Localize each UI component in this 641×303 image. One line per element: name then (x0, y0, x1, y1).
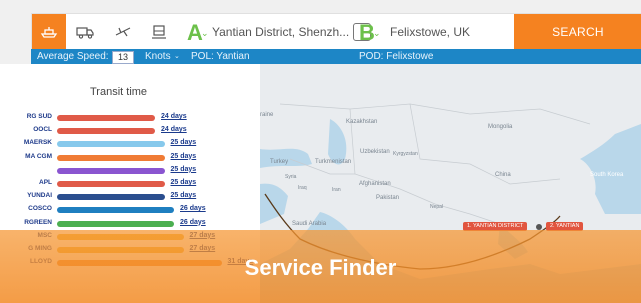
map-label: Kyrgyzstan (393, 151, 418, 157)
map-label: Mongolia (488, 124, 513, 130)
carrier-name: YUNDAI (27, 192, 52, 200)
carrier-name: MAERSK (23, 139, 52, 147)
origin-input[interactable]: Yantian District, Shenzh... (212, 25, 349, 39)
transit-bar (57, 207, 174, 214)
mode-truck-button[interactable] (68, 14, 102, 50)
map-label: Turkmenistan (315, 159, 352, 165)
transit-bar (57, 194, 165, 201)
transit-bar (57, 141, 165, 148)
rail-icon (152, 25, 166, 39)
chevron-down-icon[interactable]: ⌄ (201, 28, 209, 39)
transit-days-link[interactable]: 24 days (161, 126, 187, 133)
transit-bar (57, 128, 155, 135)
pod-label: POD: Felixstowe (359, 51, 434, 62)
transit-days-link[interactable]: 25 days (171, 153, 197, 160)
transit-bar (57, 220, 174, 227)
ship-icon (40, 27, 58, 38)
mode-ship-button[interactable] (32, 14, 66, 50)
transit-days-link[interactable]: 26 days (180, 219, 206, 226)
speed-input[interactable]: 13 (112, 51, 134, 64)
speed-unit-select[interactable]: Knots (145, 51, 171, 62)
transit-days-link[interactable]: 24 days (161, 113, 187, 120)
map-label: Pakistan (376, 195, 400, 201)
pol-label: POL: Yantian (191, 51, 250, 62)
map-label: Iran (332, 187, 341, 193)
map-label: Afghanistan (359, 181, 391, 187)
route-info-bar: Average Speed: 13 Knots ⌄ POL: Yantian P… (31, 49, 641, 64)
transit-bar (57, 181, 165, 187)
transit-days-link[interactable]: 26 days (180, 205, 206, 212)
map-label: Saudi Arabia (292, 221, 327, 227)
chevron-down-icon[interactable]: ⌄ (174, 52, 180, 60)
mode-rail-button[interactable] (142, 14, 176, 50)
carrier-name: MA CGM (25, 152, 52, 160)
carrier-name: RG SUD (26, 113, 52, 120)
transit-time-title: Transit time (90, 86, 148, 98)
chevron-down-icon[interactable]: ⌄ (373, 28, 381, 39)
transit-days-link[interactable]: 25 days (171, 139, 197, 146)
carrier-name: OOCL (33, 126, 52, 134)
transit-bar (57, 154, 165, 161)
banner-title: Service Finder (244, 255, 397, 280)
destination-input[interactable]: Felixstowe, UK (390, 25, 470, 39)
carrier-name: COSCO (28, 205, 52, 213)
map-label: Nepal (430, 204, 444, 210)
plane-icon (115, 27, 131, 37)
transit-bar (57, 167, 165, 174)
transit-days-link[interactable]: 25 days (171, 179, 197, 186)
mode-air-button[interactable] (106, 14, 140, 50)
transit-days-link[interactable]: 25 days (171, 166, 197, 173)
map-label: Kazakhstan (346, 119, 378, 125)
map-label: South Korea (590, 172, 624, 178)
transit-bar (57, 115, 155, 121)
truck-icon (76, 27, 94, 39)
map-label: raine (260, 112, 274, 118)
map-label: China (495, 172, 511, 178)
map-label: Iraq (298, 185, 307, 191)
speed-label: Average Speed: (37, 51, 109, 62)
map-label: Turkey (270, 159, 289, 165)
carrier-name: APL (39, 179, 52, 186)
carrier-name: RGREEN (24, 218, 52, 226)
map-label: Uzbekistan (360, 149, 390, 155)
transit-days-link[interactable]: 25 days (171, 192, 197, 199)
search-button[interactable]: SEARCH (514, 14, 641, 50)
search-toolbar: A ⌄ Yantian District, Shenzh... B ⌄ Feli… (31, 13, 641, 50)
map-label: Syria (285, 174, 297, 180)
